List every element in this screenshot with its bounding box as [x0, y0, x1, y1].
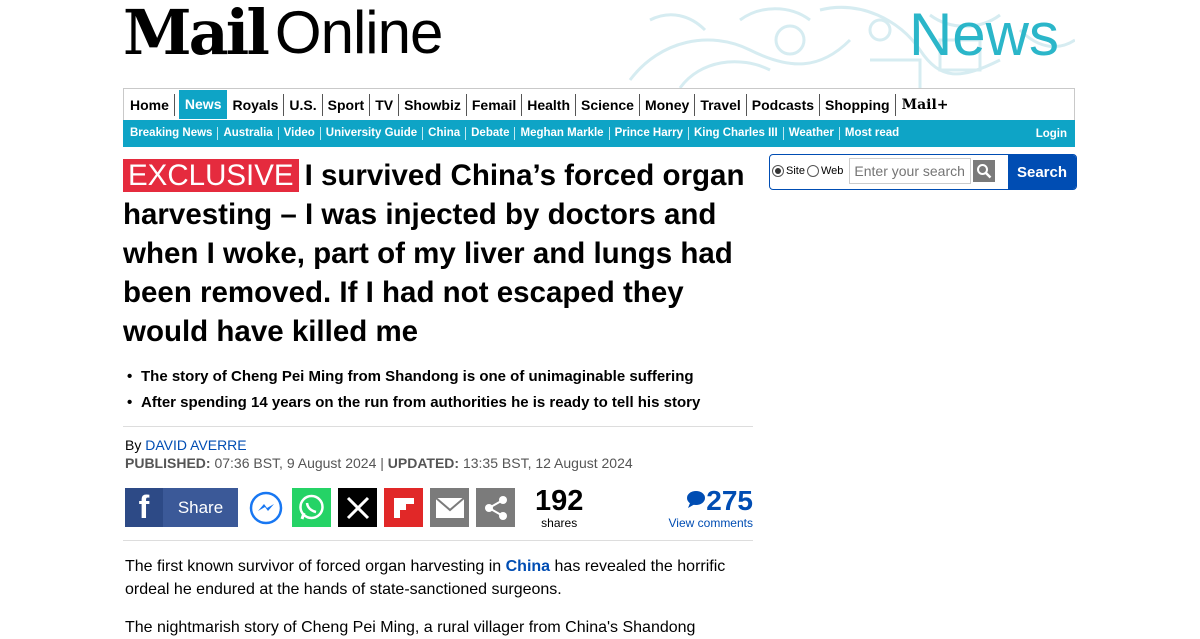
divider [123, 426, 753, 427]
nav-item-mail-plus[interactable]: Mail+ [896, 94, 954, 116]
paragraph-text: The first known survivor of forced organ… [125, 558, 506, 575]
logo-mail: Mail [123, 0, 270, 69]
divider [123, 540, 753, 541]
search-icon[interactable] [973, 160, 996, 182]
share-count: 192 shares [535, 486, 583, 530]
search-option-web[interactable]: Web [806, 165, 844, 177]
subnav-video[interactable]: Video [279, 127, 321, 140]
search-input[interactable] [849, 158, 972, 184]
exclusive-badge: EXCLUSIVE [123, 159, 299, 192]
login-link[interactable]: Login [1036, 128, 1075, 140]
china-topic-link[interactable]: China [506, 558, 550, 575]
subnav-debate[interactable]: Debate [466, 127, 516, 140]
nav-item-royals[interactable]: Royals [227, 93, 285, 116]
share-count-label: shares [541, 516, 578, 530]
share-bar: f Share 192 shares 275 View comments [125, 486, 753, 531]
secondary-nav: Breaking News Australia Video University… [123, 120, 1075, 147]
nav-item-sport[interactable]: Sport [323, 93, 371, 116]
nav-item-tv[interactable]: TV [370, 93, 400, 116]
comment-bubble-icon [687, 491, 706, 508]
view-comments-label: View comments [668, 516, 753, 530]
nav-item-podcasts[interactable]: Podcasts [747, 93, 821, 116]
mailonline-logo[interactable]: Mail Online [123, 0, 443, 69]
comments-link[interactable]: 275 View comments [668, 486, 753, 531]
facebook-share-button[interactable]: f Share [125, 488, 238, 527]
facebook-icon: f [125, 488, 163, 527]
article-dates: PUBLISHED: 07:36 BST, 9 August 2024 | UP… [125, 454, 633, 472]
whatsapp-icon[interactable] [292, 488, 331, 527]
article-headline: EXCLUSIVE I survived China’s forced organ… [123, 156, 753, 351]
channel-title: News [908, 1, 1059, 68]
nav-item-us[interactable]: U.S. [284, 93, 323, 116]
article-bullets: The story of Cheng Pei Ming from Shandon… [123, 364, 753, 416]
search-box: Site Web Search [769, 154, 1077, 190]
nav-item-science[interactable]: Science [576, 93, 640, 116]
nav-item-news[interactable]: News [178, 90, 228, 119]
comment-count-number: 275 [706, 485, 753, 516]
subnav-breaking-news[interactable]: Breaking News [123, 127, 219, 140]
email-icon[interactable] [430, 488, 469, 527]
nav-item-health[interactable]: Health [522, 93, 577, 116]
published-label: PUBLISHED: [125, 455, 211, 471]
nav-item-shopping[interactable]: Shopping [820, 93, 896, 116]
search-option-web-label: Web [820, 165, 844, 177]
flipboard-icon[interactable] [384, 488, 423, 527]
bullet-item: The story of Cheng Pei Ming from Shandon… [123, 364, 753, 390]
nav-item-home[interactable]: Home [124, 93, 175, 116]
search-option-site-label: Site [786, 165, 805, 177]
logo-online: Online [274, 0, 443, 66]
published-date: 07:36 BST, 9 August 2024 [214, 455, 377, 471]
updated-label: UPDATED: [387, 455, 460, 471]
byline: By DAVID AVERRE [125, 436, 247, 454]
subnav-university-guide[interactable]: University Guide [321, 127, 424, 140]
messenger-icon[interactable] [246, 488, 285, 527]
byline-prefix: By [125, 437, 142, 453]
x-icon[interactable] [338, 488, 377, 527]
radio-selected-icon [772, 165, 784, 177]
subnav-most-read[interactable]: Most read [840, 127, 904, 140]
nav-item-femail[interactable]: Femail [467, 93, 523, 116]
article-paragraph: The nightmarish story of Cheng Pei Ming,… [125, 619, 696, 636]
date-separator: | [380, 455, 384, 471]
subnav-australia[interactable]: Australia [218, 127, 279, 140]
bullet-item: After spending 14 years on the run from … [123, 390, 753, 416]
primary-nav: Home News Royals U.S. Sport TV Showbiz F… [123, 88, 1075, 120]
search-option-site[interactable]: Site [772, 165, 805, 177]
masthead: Mail Online News [123, 0, 1075, 88]
share-icon[interactable] [476, 488, 515, 527]
subnav-china[interactable]: China [423, 127, 467, 140]
nav-item-showbiz[interactable]: Showbiz [399, 93, 467, 116]
updated-date: 13:35 BST, 12 August 2024 [462, 455, 633, 471]
article-paragraph: The first known survivor of forced organ… [125, 555, 755, 601]
share-count-number: 192 [535, 485, 584, 517]
subnav-prince-harry[interactable]: Prince Harry [610, 127, 689, 140]
radio-icon [806, 165, 819, 177]
author-link[interactable]: DAVID AVERRE [145, 437, 246, 453]
facebook-share-label: Share [177, 497, 224, 517]
nav-item-travel[interactable]: Travel [695, 93, 747, 116]
nav-item-money[interactable]: Money [640, 93, 696, 116]
subnav-weather[interactable]: Weather [784, 127, 840, 140]
subnav-meghan-markle[interactable]: Meghan Markle [515, 127, 610, 140]
subnav-king-charles[interactable]: King Charles III [689, 127, 784, 140]
comment-count: 275 [669, 486, 753, 516]
search-button[interactable]: Search [1008, 155, 1076, 189]
